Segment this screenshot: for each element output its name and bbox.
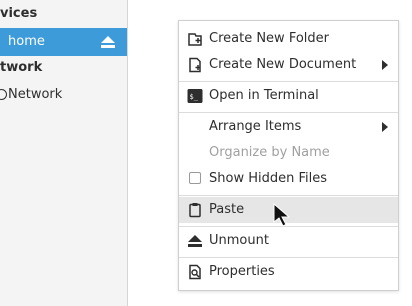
new-folder-icon bbox=[188, 33, 202, 46]
sidebar-item-home[interactable]: home bbox=[0, 28, 127, 56]
menu-item-arrange-items[interactable]: Arrange Items bbox=[179, 114, 398, 140]
menu-item-label: Show Hidden Files bbox=[209, 171, 327, 186]
menu-separator bbox=[179, 112, 398, 113]
sidebar-item-network[interactable]: Network bbox=[0, 81, 127, 109]
menu-item-create-new-folder[interactable]: Create New Folder bbox=[179, 26, 398, 52]
submenu-arrow-icon bbox=[382, 122, 388, 132]
eject-icon[interactable] bbox=[101, 36, 115, 48]
svg-text:$_: $_ bbox=[190, 93, 199, 101]
sidebar-item-label: home bbox=[8, 34, 45, 49]
menu-item-unmount[interactable]: Unmount bbox=[179, 228, 398, 254]
menu-item-open-in-terminal[interactable]: $_ Open in Terminal bbox=[179, 83, 398, 109]
menu-item-label: Unmount bbox=[209, 233, 269, 248]
sidebar: vices home twork Network bbox=[0, 0, 128, 306]
clipboard-icon bbox=[189, 203, 201, 218]
submenu-arrow-icon bbox=[382, 60, 388, 70]
menu-item-properties[interactable]: Properties bbox=[179, 259, 398, 285]
menu-separator bbox=[179, 81, 398, 82]
menu-item-label: Create New Document bbox=[209, 57, 357, 72]
show-hidden-files-checkbox[interactable] bbox=[189, 172, 201, 184]
menu-item-label: Create New Folder bbox=[209, 31, 329, 46]
mouse-cursor-icon bbox=[273, 203, 291, 227]
menu-item-organize-by-name: Organize by Name bbox=[179, 140, 398, 166]
terminal-icon: $_ bbox=[187, 89, 203, 103]
menu-item-show-hidden-files[interactable]: Show Hidden Files bbox=[179, 166, 398, 192]
menu-item-create-new-document[interactable]: Create New Document bbox=[179, 52, 398, 78]
menu-item-label: Properties bbox=[209, 264, 275, 279]
sidebar-item-label: Network bbox=[8, 87, 63, 102]
menu-item-label: Arrange Items bbox=[209, 119, 302, 134]
network-section-header: twork bbox=[0, 60, 43, 75]
devices-section-header: vices bbox=[0, 6, 38, 21]
menu-item-label: Organize by Name bbox=[209, 145, 330, 160]
menu-separator bbox=[179, 195, 398, 196]
network-icon bbox=[0, 89, 7, 100]
properties-icon bbox=[189, 264, 201, 280]
menu-item-label: Open in Terminal bbox=[209, 88, 319, 103]
menu-item-label: Paste bbox=[209, 202, 245, 217]
context-menu: Create New Folder Create New Document $_… bbox=[178, 20, 399, 291]
new-document-icon bbox=[189, 57, 201, 73]
eject-icon bbox=[188, 235, 202, 247]
menu-separator bbox=[179, 257, 398, 258]
